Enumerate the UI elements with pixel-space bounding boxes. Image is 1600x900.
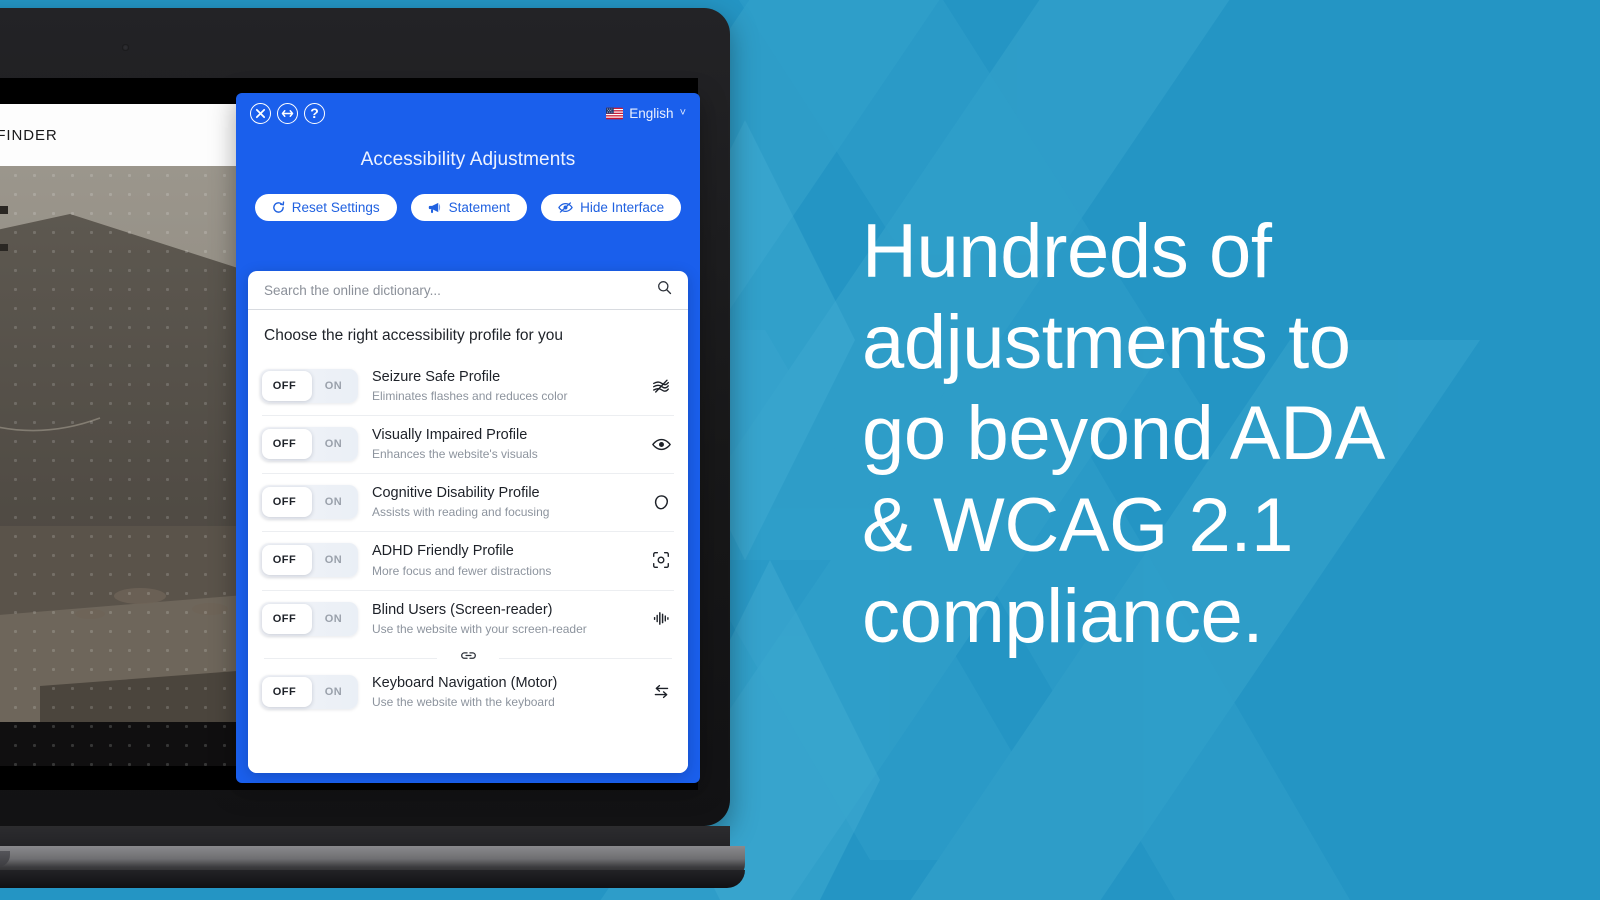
profile-text: Visually Impaired Profile Enhances the w… <box>372 426 634 462</box>
profile-description: Use the website with your screen-reader <box>372 621 587 636</box>
headline-line-2: adjustments to <box>862 300 1351 386</box>
toggle-off-label: OFF <box>272 554 297 567</box>
profile-title: ADHD Friendly Profile <box>372 543 514 560</box>
statement-label: Statement <box>448 200 511 215</box>
toggle-off-label: OFF <box>272 612 297 625</box>
toggle-on-label: ON <box>324 496 343 509</box>
profile-row-seizure-safe[interactable]: OFF ON Seizure Safe Profile Eliminates f… <box>248 357 688 415</box>
us-flag-icon <box>606 107 624 120</box>
profile-title: Cognitive Disability Profile <box>372 485 540 502</box>
toggle-on-label: ON <box>324 380 343 393</box>
close-icon[interactable] <box>250 102 271 124</box>
profile-text: Seizure Safe Profile Eliminates flashes … <box>372 368 634 404</box>
resize-horizontal-icon[interactable] <box>277 102 298 124</box>
brain-hexagon-icon <box>648 489 674 515</box>
toggle-on-label: ON <box>324 438 343 451</box>
link-chain-separator <box>248 650 688 666</box>
hide-interface-label: Hide Interface <box>580 200 665 215</box>
profile-description: Assists with reading and focusing <box>372 505 550 520</box>
toggle-off-label: OFF <box>272 496 297 509</box>
profiles-scroll-area[interactable]: Choose the right accessibility profile f… <box>248 310 688 773</box>
toggle-on-label: ON <box>324 612 343 625</box>
widget-panel: Choose the right accessibility profile f… <box>248 271 688 773</box>
profile-row-visually-impaired[interactable]: OFF ON Visually Impaired Profile Enhance… <box>248 415 688 473</box>
help-icon[interactable]: ? <box>304 102 325 124</box>
eye-slash-icon <box>558 201 573 214</box>
accessibility-widget: ? English ˅ Accessibility Adjustments Re… <box>236 93 700 783</box>
hide-interface-button[interactable]: Hide Interface <box>541 194 682 221</box>
profile-row-cognitive-disability[interactable]: OFF ON Cognitive Disability Profile Assi… <box>248 473 688 531</box>
chevron-down-icon: ˅ <box>679 107 686 119</box>
webcam-dot <box>122 44 129 51</box>
headline-line-5: compliance. <box>862 573 1264 659</box>
profile-title: Visually Impaired Profile <box>372 427 528 444</box>
profile-row-keyboard-navigation[interactable]: OFF ON Keyboard Navigation (Motor) Use t… <box>248 666 688 721</box>
toggle-seizure-safe[interactable]: OFF ON <box>260 369 358 404</box>
language-selector[interactable]: English ˅ <box>606 106 686 121</box>
profile-description: Use the website with the keyboard <box>372 694 555 709</box>
laptop-hinge <box>0 826 730 848</box>
toggle-blind-users[interactable]: OFF ON <box>260 601 358 636</box>
seizure-waves-icon <box>648 373 674 399</box>
laptop-base <box>0 846 745 888</box>
headline-line-4: & WCAG 2.1 <box>862 482 1293 568</box>
profile-text: Keyboard Navigation (Motor) Use the webs… <box>372 674 634 710</box>
swap-arrows-icon <box>648 679 674 705</box>
refresh-icon <box>272 201 285 214</box>
toggle-on-label: ON <box>324 685 343 698</box>
statement-button[interactable]: Statement <box>410 194 528 221</box>
megaphone-icon <box>428 201 442 214</box>
profile-description: More focus and fewer distractions <box>372 563 552 578</box>
profile-title: Seizure Safe Profile <box>372 369 501 385</box>
profile-row-adhd-friendly[interactable]: OFF ON ADHD Friendly Profile More focus … <box>248 531 688 589</box>
toggle-visually-impaired[interactable]: OFF ON <box>260 427 358 462</box>
toggle-cognitive-disability[interactable]: OFF ON <box>260 485 358 520</box>
profile-title: Keyboard Navigation (Motor) <box>372 674 558 691</box>
widget-title: Accessibility Adjustments <box>360 149 576 170</box>
profile-title: Blind Users (Screen-reader) <box>372 601 553 618</box>
profile-description: Enhances the website's visuals <box>372 447 538 462</box>
reset-settings-label: Reset Settings <box>291 200 380 215</box>
headline-line-3: go beyond ADA <box>862 391 1385 477</box>
slide-canvas: PROMOTIONS TIRE FINDER <box>0 0 1600 900</box>
eye-icon <box>648 431 674 457</box>
audio-waveform-icon <box>648 606 674 632</box>
toggle-off-label: OFF <box>272 438 297 451</box>
widget-topbar: ? English ˅ <box>236 93 700 133</box>
profile-row-blind-users[interactable]: OFF ON Blind Users (Screen-reader) Use t… <box>248 589 688 648</box>
reset-settings-button[interactable]: Reset Settings <box>254 194 397 221</box>
headline: Hundreds of adjustments to go beyond ADA… <box>862 206 1552 662</box>
link-chain-icon <box>460 649 477 667</box>
profile-text: Blind Users (Screen-reader) Use the webs… <box>372 601 634 637</box>
widget-action-buttons: Reset Settings Statement Hide Interface <box>236 173 700 239</box>
search-input[interactable] <box>264 282 657 298</box>
search-icon[interactable] <box>657 280 672 300</box>
help-glyph: ? <box>310 104 319 121</box>
section-title: Choose the right accessibility profile f… <box>264 327 563 344</box>
toggle-keyboard-navigation[interactable]: OFF ON <box>260 674 358 709</box>
language-label: English <box>629 105 674 121</box>
profile-description: Eliminates flashes and reduces color <box>372 389 568 404</box>
search-row <box>248 271 688 310</box>
toggle-adhd-friendly[interactable]: OFF ON <box>260 543 358 578</box>
focus-target-icon <box>648 547 674 573</box>
headline-line-1: Hundreds of <box>862 209 1272 294</box>
toggle-on-label: ON <box>324 554 343 567</box>
toggle-off-label: OFF <box>272 380 297 393</box>
profile-text: Cognitive Disability Profile Assists wit… <box>372 484 634 520</box>
profile-text: ADHD Friendly Profile More focus and few… <box>372 542 634 578</box>
toggle-off-label: OFF <box>272 685 297 698</box>
nav-item-tire-finder[interactable]: TIRE FINDER <box>0 127 58 144</box>
widget-topbar-controls: ? <box>250 102 325 124</box>
